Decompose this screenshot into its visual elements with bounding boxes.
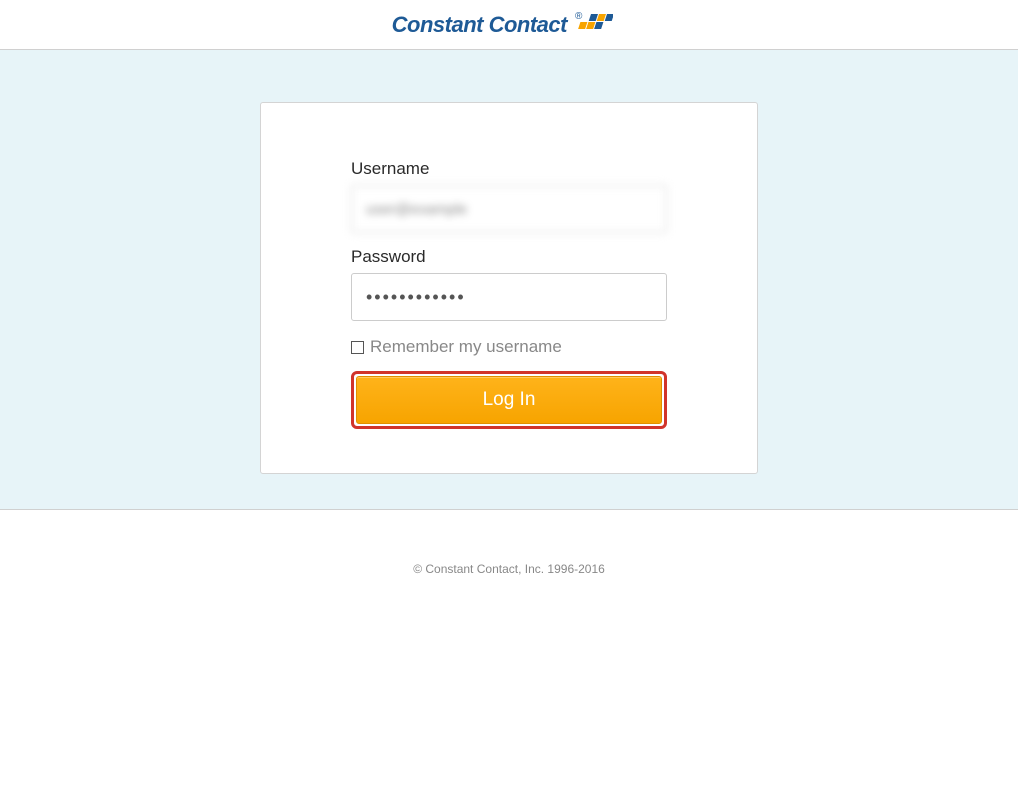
login-card: Username Password Remember my username L… bbox=[260, 102, 758, 474]
username-input[interactable] bbox=[351, 185, 667, 233]
footer: © Constant Contact, Inc. 1996-2016 bbox=[0, 510, 1018, 578]
main-area: Username Password Remember my username L… bbox=[0, 50, 1018, 510]
logo: Constant Contact ® bbox=[392, 12, 627, 38]
header: Constant Contact ® bbox=[0, 0, 1018, 50]
remember-checkbox[interactable] bbox=[351, 341, 364, 354]
password-input[interactable] bbox=[351, 273, 667, 321]
copyright-text: © Constant Contact, Inc. 1996-2016 bbox=[413, 562, 605, 576]
username-label: Username bbox=[351, 159, 667, 179]
username-group: Username bbox=[351, 159, 667, 233]
logo-text: Constant Contact bbox=[392, 12, 567, 38]
remember-label: Remember my username bbox=[370, 337, 562, 357]
remember-row: Remember my username bbox=[351, 337, 667, 357]
password-label: Password bbox=[351, 247, 667, 267]
login-button-highlight: Log In bbox=[351, 371, 667, 429]
password-group: Password bbox=[351, 247, 667, 321]
login-button[interactable]: Log In bbox=[356, 376, 662, 424]
registered-mark: ® bbox=[575, 11, 582, 22]
